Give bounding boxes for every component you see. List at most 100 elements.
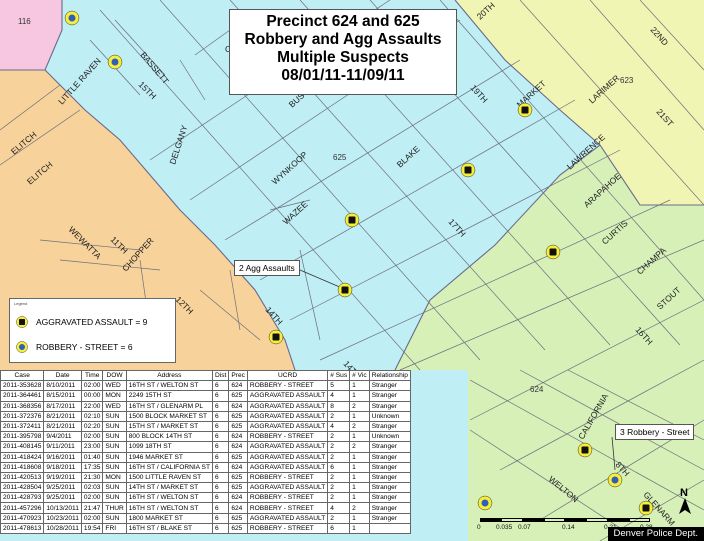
aggravated-assault-marker[interactable] [517,102,533,118]
table-row: 2011-428504 9/25/2011 02:03 SUN 14TH ST / MA… [0,482,411,494]
legend-label: ROBBERY - STREET = 6 [36,342,133,352]
table-cell: 1 [349,492,370,504]
table-cell: 9/18/2011 [43,461,82,473]
aggravated-assault-marker[interactable] [638,500,654,516]
robbery-icon [16,341,28,353]
table-cell: WED [102,400,127,412]
robbery-marker[interactable] [64,10,80,26]
table-row: 2011-372411 8/21/2011 02:20 SUN 15TH ST / MA… [0,420,411,433]
aggravated-assault-marker[interactable] [337,282,353,298]
table-cell: 2 [327,431,351,443]
table-cell: AGGRAVATED ASSAULT [246,390,329,402]
table-cell: 9/16/2011 [43,451,82,463]
table-cell: 2011-428793 [0,492,45,504]
callout-robbery-street: 3 Robbery - Street [615,424,695,440]
table-cell: 2249 15TH ST [125,390,213,402]
table-cell: SUN [102,410,127,422]
table-cell: ROBBERY - STREET [246,431,329,443]
precinct-label-116: 116 [18,17,31,26]
aggravated-assault-marker[interactable] [545,244,561,260]
table-row: 2011-395798 9/4/2011 02:00 SUN 800 BLOCK 14T… [0,431,411,443]
table-cell: 624 [228,380,248,392]
table-row: 2011-457296 10/13/2011 21:47 THUR 16TH ST / … [0,502,411,514]
case-table-body: 2011-353628 8/10/2011 02:00 WED 16TH ST / WE… [0,380,411,535]
table-cell: 6 [211,471,230,484]
table-cell: MON [102,390,127,402]
robbery-marker[interactable] [477,495,493,511]
table-cell: SUN [102,420,127,433]
column-header: Case [0,369,45,382]
table-cell: 21:47 [80,502,104,514]
table-cell: WED [102,380,127,392]
table-cell: 8/15/2011 [43,390,82,402]
table-cell: 01:40 [80,451,104,463]
table-cell: 8/10/2011 [43,380,82,392]
fist-icon [16,316,28,328]
table-cell: 6 [211,431,230,443]
legend-label: AGGRAVATED ASSAULT = 9 [36,317,148,327]
table-cell: ROBBERY - STREET [246,522,329,535]
table-row: 2011-408145 9/11/2011 23:00 SUN 1099 18TH ST… [0,441,411,453]
table-cell: 1 [349,380,370,392]
table-cell: 2011-418424 [0,451,45,463]
robbery-marker[interactable] [607,472,623,488]
column-header: Date [43,369,82,382]
robbery-marker[interactable] [107,54,123,70]
table-cell: 6 [327,461,351,473]
table-cell: ROBBERY - STREET [246,471,329,484]
table-cell: 8/21/2011 [43,410,82,422]
table-cell: 800 BLOCK 14TH ST [125,431,213,443]
table-cell: 6 [211,420,230,433]
table-cell: 6 [211,502,230,514]
legend-item-robbery: ROBBERY - STREET = 6 [16,341,133,353]
table-cell: Unknown [368,410,411,422]
table-cell: 6 [211,390,230,402]
table-cell: 1 [349,431,370,443]
aggravated-assault-marker[interactable] [577,442,593,458]
table-row: 2011-418424 9/16/2011 01:40 SUN 1946 MARKET … [0,451,411,463]
table-cell: 2 [349,420,370,433]
table-cell: 02:03 [80,482,104,494]
table-cell: 6 [211,492,230,504]
table-cell: 625 [228,482,248,494]
table-cell: 4 [327,502,351,514]
title-line-suspects: Multiple Suspects [277,49,409,66]
table-cell: 8/21/2011 [43,420,82,433]
table-cell: MON [102,471,127,484]
table-cell: 624 [228,441,248,453]
table-cell: ROBBERY - STREET [246,502,329,514]
table-cell: 6 [211,482,230,494]
table-cell: 1 [349,512,370,524]
precinct-label-623: 623 [620,76,634,85]
table-cell: 16TH ST / BLAKE ST [125,522,213,535]
table-row: 2011-418608 9/18/2011 17:35 SUN 16TH ST / CA… [0,461,411,473]
north-arrow-icon: N [679,487,691,514]
table-cell: 1500 BLOCK MARKET ST [125,410,213,422]
table-cell: 4 [327,420,351,433]
aggravated-assault-marker[interactable] [268,329,284,345]
table-row: 2011-364461 8/15/2011 00:00 MON 2249 15TH ST… [0,390,411,402]
table-cell: ROBBERY - STREET [246,492,329,504]
table-cell: Stranger [368,461,411,473]
aggravated-assault-marker[interactable] [344,212,360,228]
precinct-label-624: 624 [530,385,544,394]
table-cell: AGGRAVATED ASSAULT [246,512,329,524]
table-cell: Stranger [368,380,411,392]
table-cell: 9/4/2011 [43,431,82,443]
table-cell: 6 [211,522,230,535]
case-table: Case Date Time DOW Address Dist Prec UCR… [0,369,411,535]
table-cell: Stranger [368,482,411,494]
table-cell: Stranger [368,512,411,524]
aggravated-assault-marker[interactable] [460,162,476,178]
table-cell: 625 [228,410,248,422]
table-cell: 2011-395798 [0,431,45,443]
table-cell: 2011-418608 [0,461,45,473]
table-cell: 2011-372376 [0,410,45,422]
table-cell: Stranger [368,420,411,433]
table-cell: 625 [228,451,248,463]
table-row: 2011-372376 8/21/2011 02:10 SUN 1500 BLOCK M… [0,410,411,422]
table-cell: Stranger [368,390,411,402]
table-cell: 10/28/2011 [43,522,82,535]
table-row: 2011-470923 10/23/2011 02:00 SUN 1800 MARKET… [0,512,411,524]
table-row: 2011-428793 9/25/2011 02:00 SUN 16TH ST / WE… [0,492,411,504]
